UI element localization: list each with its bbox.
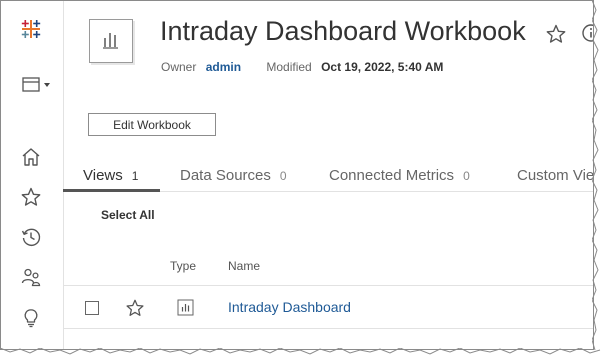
active-tab-indicator: [63, 189, 160, 192]
row-divider: [63, 328, 593, 329]
row-favorite-star-icon[interactable]: [125, 298, 145, 318]
home-icon[interactable]: [19, 145, 43, 169]
select-all-button[interactable]: Select All: [101, 208, 155, 222]
view-name-link[interactable]: Intraday Dashboard: [228, 299, 351, 315]
favorites-star-icon[interactable]: [19, 185, 43, 209]
tab-data-sources[interactable]: Data Sources 0: [180, 167, 287, 184]
workbook-meta: Owner admin Modified Oct 19, 2022, 5:40 …: [161, 60, 443, 74]
owner-label: Owner: [161, 60, 197, 74]
workbook-title: Intraday Dashboard Workbook: [160, 16, 526, 46]
recommendations-lightbulb-icon[interactable]: [19, 305, 43, 329]
workbook-thumbnail: [89, 19, 133, 63]
torn-edge-bottom: [0, 348, 601, 355]
groups-people-icon[interactable]: [19, 265, 43, 289]
tab-connected-metrics[interactable]: Connected Metrics 0: [329, 167, 470, 184]
view-icon: [177, 299, 194, 316]
column-header-name[interactable]: Name: [228, 259, 260, 273]
modified-date: Oct 19, 2022, 5:40 AM: [321, 60, 444, 74]
tab-label: Views: [83, 167, 123, 184]
workbook-chart-icon: [103, 33, 118, 49]
modified-label: Modified: [266, 60, 312, 74]
torn-edge-right: [592, 0, 599, 351]
owner-link[interactable]: admin: [206, 60, 241, 74]
header-divider: [63, 285, 593, 286]
site-switcher-icon[interactable]: [21, 73, 53, 97]
tab-count: 0: [279, 169, 287, 183]
tab-label: Connected Metrics: [329, 167, 455, 184]
tab-count: 0: [463, 169, 470, 183]
tableau-logo-icon[interactable]: [19, 17, 43, 41]
recents-clock-icon[interactable]: [19, 225, 43, 249]
tab-label: Custom Vie: [517, 167, 594, 184]
edit-workbook-button[interactable]: Edit Workbook: [88, 113, 216, 136]
tab-count: 1: [131, 169, 139, 183]
row-select-checkbox[interactable]: [85, 301, 99, 315]
column-header-type[interactable]: Type: [170, 259, 196, 273]
tab-label: Data Sources: [180, 167, 271, 184]
tab-custom-views[interactable]: Custom Vie: [517, 167, 594, 184]
app-window: Intraday Dashboard Workbook Owner admin …: [0, 0, 594, 350]
favorite-star-icon[interactable]: [545, 23, 567, 45]
tab-views[interactable]: Views 1: [83, 167, 138, 184]
left-sidebar: [1, 1, 64, 349]
content-tabs: Views 1 Data Sources 0 Connected Metrics 0 …: [63, 167, 594, 191]
